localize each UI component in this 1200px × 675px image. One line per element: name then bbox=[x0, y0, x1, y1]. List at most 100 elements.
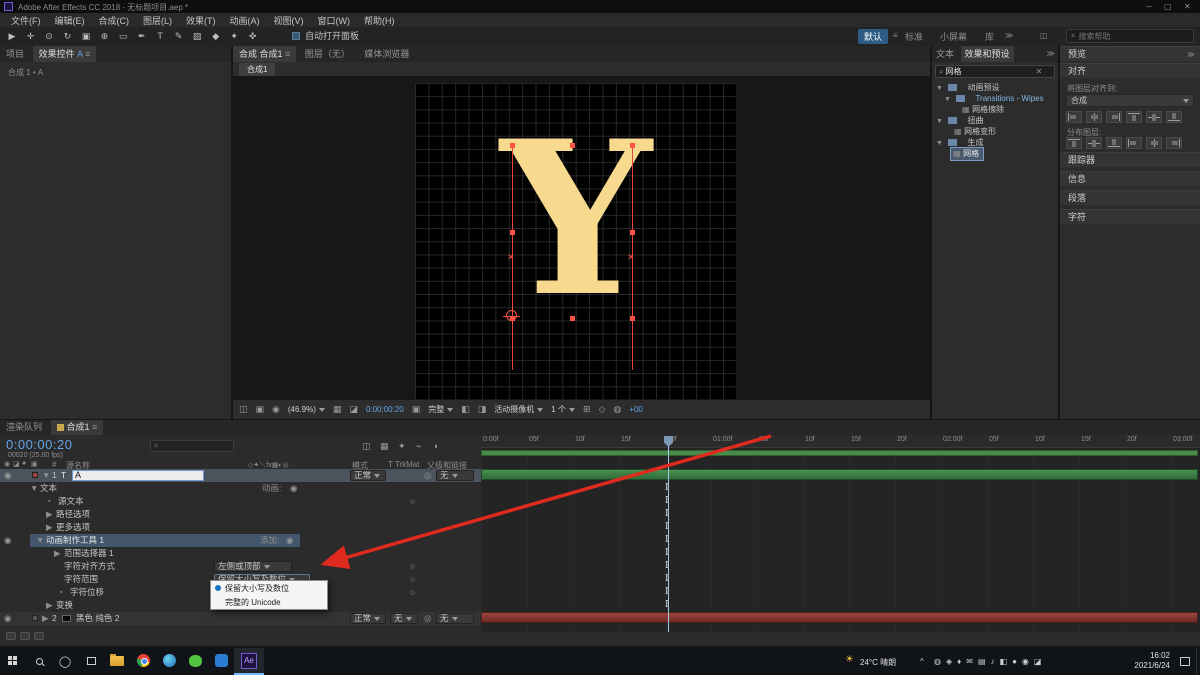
snapshot-camera-icon[interactable]: ▣ bbox=[412, 404, 421, 415]
workspace-overflow-icon[interactable]: ≫ bbox=[1005, 31, 1013, 40]
expand-layer-switches-toggle[interactable] bbox=[6, 632, 16, 640]
tab-effect-controls[interactable]: 效果控件 A ≡ bbox=[33, 46, 97, 62]
fast-previews-icon[interactable]: ◇ bbox=[599, 404, 606, 415]
draft-3d-icon[interactable]: ▦ bbox=[380, 441, 389, 452]
comp-panel-menu-icon[interactable]: ≡ bbox=[285, 49, 290, 59]
taskbar-search-button[interactable] bbox=[26, 657, 52, 667]
stopwatch-icon[interactable]: ◔ bbox=[46, 495, 51, 508]
eye-icon[interactable]: ◉ bbox=[4, 534, 11, 547]
tree-item-grid-wipe[interactable]: ▦ 网格擦除 bbox=[962, 104, 1004, 115]
transparency-grid-icon[interactable]: ◨ bbox=[478, 404, 487, 415]
weather-text[interactable]: 24°C 晴朗 bbox=[860, 657, 896, 668]
layer-name-field[interactable]: A bbox=[72, 470, 204, 481]
tray-icon[interactable]: ◧ bbox=[1000, 657, 1008, 666]
tab-render-queue[interactable]: 渲染队列 bbox=[0, 420, 48, 435]
tree-item-distort[interactable]: ▼ 扭曲 bbox=[936, 115, 983, 126]
workspace-small-screen-tab[interactable]: 小屏幕 bbox=[940, 30, 967, 43]
tab-text[interactable]: 文本 bbox=[932, 46, 958, 62]
align-right-button[interactable] bbox=[1106, 111, 1122, 123]
animator-add-button[interactable]: ◉ bbox=[286, 534, 293, 547]
distribute-center-h-button[interactable] bbox=[1146, 137, 1162, 149]
menu-animation[interactable]: 动画(A) bbox=[223, 14, 267, 27]
show-desktop-button[interactable] bbox=[1196, 648, 1200, 675]
panel-info-header[interactable]: 信息 bbox=[1060, 171, 1200, 186]
align-bottom-button[interactable] bbox=[1166, 111, 1182, 123]
blend-mode-select[interactable]: 正常 bbox=[350, 470, 386, 481]
selection-handle[interactable] bbox=[510, 143, 515, 148]
shape-tool[interactable]: ▭ bbox=[115, 27, 131, 46]
close-button[interactable]: ✕ bbox=[1184, 2, 1191, 11]
workspace-menu-icon[interactable]: ≡ bbox=[893, 31, 898, 40]
file-explorer-button[interactable] bbox=[104, 656, 130, 668]
parent-select[interactable]: 无 bbox=[436, 470, 474, 481]
layer-row-2[interactable]: ◉ ▶ 2 黑色 纯色 2 正常 无 ◎ 无 bbox=[0, 612, 481, 625]
menu-view[interactable]: 视图(V) bbox=[267, 14, 311, 27]
distribute-right-button[interactable] bbox=[1166, 137, 1182, 149]
panel-menu-icon[interactable]: ≡ bbox=[92, 422, 97, 432]
panel-align-header[interactable]: 对齐 bbox=[1060, 63, 1200, 78]
action-center-button[interactable] bbox=[1180, 657, 1190, 668]
help-search-box[interactable]: ⌕ bbox=[1066, 29, 1194, 43]
align-top-button[interactable] bbox=[1126, 111, 1142, 123]
magnification-select[interactable]: (46.9%) bbox=[288, 405, 325, 414]
chrome-button[interactable] bbox=[130, 654, 156, 669]
tree-item-mesh-warp[interactable]: ▦ 网格变形 bbox=[954, 126, 996, 137]
label-color-chip[interactable] bbox=[32, 472, 38, 478]
type-tool[interactable]: T bbox=[152, 27, 168, 46]
align-center-h-button[interactable] bbox=[1086, 111, 1102, 123]
menu-edit[interactable]: 编辑(E) bbox=[48, 14, 92, 27]
comp-canvas-grid[interactable]: Y ✕ ✕ bbox=[415, 83, 737, 399]
menu-effect[interactable]: 效果(T) bbox=[179, 14, 223, 27]
help-search-input[interactable] bbox=[1078, 32, 1178, 41]
region-of-interest-icon[interactable]: ◧ bbox=[461, 404, 470, 415]
menu-layer[interactable]: 图层(L) bbox=[136, 14, 179, 27]
selection-handle[interactable] bbox=[510, 230, 515, 235]
tab-effects-presets[interactable]: 效果和预设 bbox=[961, 46, 1014, 62]
brush-tool[interactable]: ✎ bbox=[171, 27, 187, 46]
view-layout-select[interactable]: 1 个 bbox=[551, 404, 575, 415]
dropdown-item-full-unicode[interactable]: 完整的 Unicode bbox=[211, 595, 327, 609]
pickwhip-icon[interactable]: ◎ bbox=[424, 612, 431, 625]
maximize-button[interactable]: ▢ bbox=[1164, 2, 1172, 11]
sync-settings-icon[interactable]: ◫ bbox=[1040, 31, 1048, 40]
zoom-tool[interactable]: ⊙ bbox=[41, 27, 57, 46]
minimize-button[interactable]: ─ bbox=[1146, 2, 1152, 11]
edge-button[interactable] bbox=[156, 654, 182, 669]
text-glyph[interactable]: Y bbox=[500, 113, 651, 325]
align-to-select[interactable]: 合成 bbox=[1066, 94, 1194, 107]
panel-tracker-header[interactable]: 跟踪器 bbox=[1060, 152, 1200, 167]
tab-footage[interactable]: 媒体浏览器 bbox=[358, 46, 415, 62]
selection-handle[interactable] bbox=[630, 230, 635, 235]
tray-icon[interactable]: ▤ bbox=[978, 657, 986, 666]
pickwhip-icon[interactable]: ◎ bbox=[424, 469, 431, 482]
animate-add-button[interactable]: ◉ bbox=[290, 482, 297, 495]
timeline-search-input[interactable] bbox=[158, 442, 222, 451]
work-area-bar[interactable] bbox=[481, 450, 1198, 456]
hide-shy-icon[interactable]: ✦ bbox=[398, 441, 406, 452]
tray-icon[interactable]: ◪ bbox=[1034, 657, 1042, 666]
exposure-display[interactable]: +00 bbox=[629, 405, 643, 414]
clone-stamp-tool[interactable]: ▨ bbox=[189, 27, 205, 46]
layer-1-duration-bar[interactable] bbox=[481, 469, 1198, 480]
camera-select[interactable]: 活动摄像机 bbox=[494, 404, 543, 415]
menu-file[interactable]: 文件(F) bbox=[4, 14, 48, 27]
selection-handle[interactable] bbox=[570, 143, 575, 148]
always-preview-icon[interactable]: ◫ bbox=[239, 404, 248, 415]
twirl-down-icon[interactable]: ▼ bbox=[36, 534, 44, 547]
panel-menu-icon[interactable]: ≡ bbox=[85, 49, 90, 59]
tab-timeline-comp1[interactable]: 合成1 ≡ bbox=[51, 420, 104, 435]
resolution-select[interactable]: 完整 bbox=[428, 404, 453, 415]
tray-icon[interactable]: ◉ bbox=[1022, 657, 1029, 666]
panel-overflow-icon[interactable]: ≫ bbox=[1047, 49, 1055, 58]
stopwatch-icon[interactable]: ◔ bbox=[58, 586, 63, 599]
clock[interactable]: 16:02 2021/6/24 bbox=[1118, 651, 1170, 671]
timeline-track-area[interactable]: 0:00f 05f 10f 15f 20f 01:00f 05f 10f 15f… bbox=[481, 436, 1200, 632]
eye-icon[interactable]: ◉ bbox=[4, 469, 11, 482]
property-circle-icon[interactable]: ○ bbox=[410, 586, 415, 599]
twirl-down-icon[interactable]: ▼ bbox=[30, 482, 38, 495]
pixel-aspect-icon[interactable]: ⊞ bbox=[583, 404, 591, 415]
selection-handle[interactable] bbox=[630, 143, 635, 148]
property-source-text[interactable]: ◔ 源文本 ○ bbox=[0, 495, 481, 508]
character-alignment-select[interactable]: 左侧或顶部 bbox=[214, 561, 292, 572]
property-group-text[interactable]: ▼ 文本 动画: ◉ bbox=[0, 482, 481, 495]
